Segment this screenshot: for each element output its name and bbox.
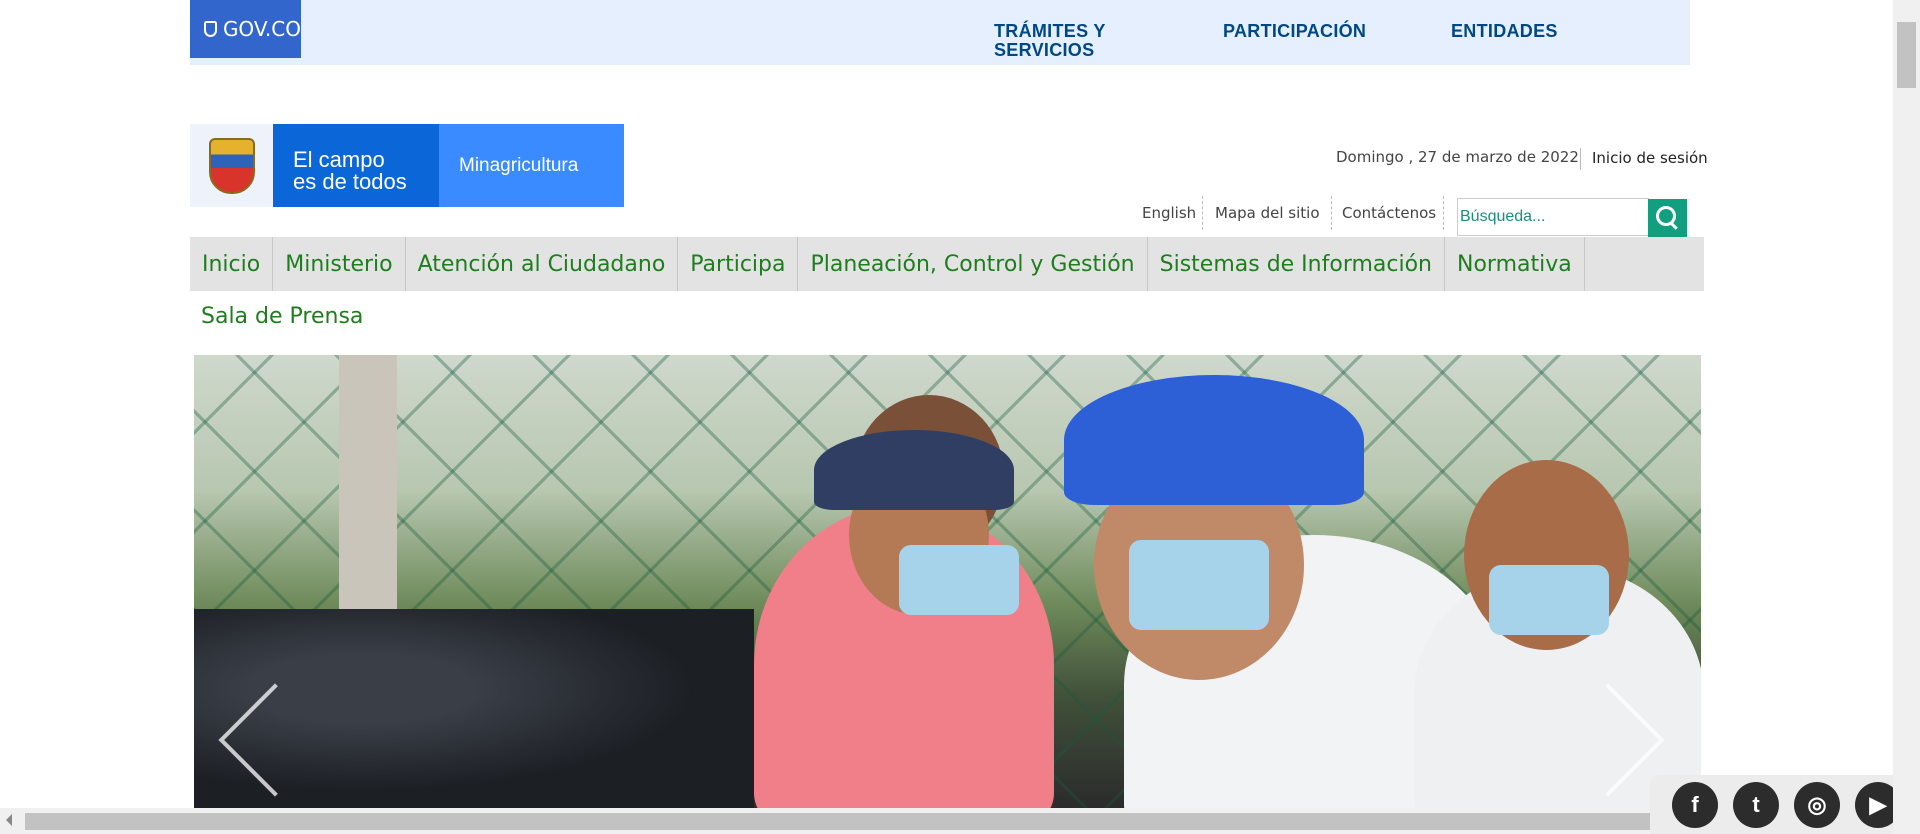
hero-carousel-image[interactable] [194,355,1701,809]
link-contact[interactable]: Contáctenos [1342,204,1436,222]
login-link[interactable]: Inicio de sesión [1592,149,1708,167]
instagram-icon[interactable]: ◎ [1794,781,1840,828]
twitter-icon[interactable]: t [1733,781,1779,828]
vertical-scroll-thumb[interactable] [1897,22,1916,88]
divider [1443,196,1444,230]
govnav-tramites[interactable]: TRÁMITES Y SERVICIOS [994,22,1134,60]
social-bar: f t ◎ ▶ [1650,775,1920,834]
current-date: Domingo , 27 de marzo de 2022 [1336,148,1579,166]
link-english[interactable]: English [1142,204,1196,222]
horizontal-scroll-thumb[interactable] [25,813,1650,830]
govco-shield-icon [204,21,217,37]
govco-logo-text: GOV.CO [222,17,301,41]
brand-logo[interactable]: El campo es de todos Minagricultura [190,124,624,207]
govnav-entidades[interactable]: ENTIDADES [1451,22,1558,41]
coat-of-arms-icon [190,124,273,207]
search-box [1457,198,1649,236]
scroll-left-icon[interactable] [6,814,12,826]
main-nav: Inicio Ministerio Atención al Ciudadano … [190,237,1704,291]
search-button[interactable] [1648,199,1687,237]
nav-participa[interactable]: Participa [678,237,799,291]
slogan: El campo es de todos [273,124,439,207]
section-title: Sala de Prensa [201,304,364,329]
slogan-line1: El campo [293,147,385,172]
nav-sistemas-informacion[interactable]: Sistemas de Información [1148,237,1446,291]
nav-inicio[interactable]: Inicio [190,237,274,291]
slogan-line2: es de todos [293,169,407,194]
nav-planeacion[interactable]: Planeación, Control y Gestión [798,237,1148,291]
divider [1580,148,1581,170]
divider [1202,196,1203,230]
ministry-name: Minagricultura [439,124,624,207]
nav-normativa[interactable]: Normativa [1445,237,1585,291]
govco-logo[interactable]: GOV.CO [190,0,301,58]
facebook-icon[interactable]: f [1672,781,1718,828]
search-input[interactable] [1460,208,1645,226]
nav-ministerio[interactable]: Ministerio [273,237,406,291]
nav-atencion-ciudadano[interactable]: Atención al Ciudadano [406,237,679,291]
govnav-participacion[interactable]: PARTICIPACIÓN [1223,22,1366,41]
vertical-scrollbar[interactable] [1893,0,1920,834]
divider [1331,196,1332,230]
link-sitemap[interactable]: Mapa del sitio [1215,204,1320,222]
